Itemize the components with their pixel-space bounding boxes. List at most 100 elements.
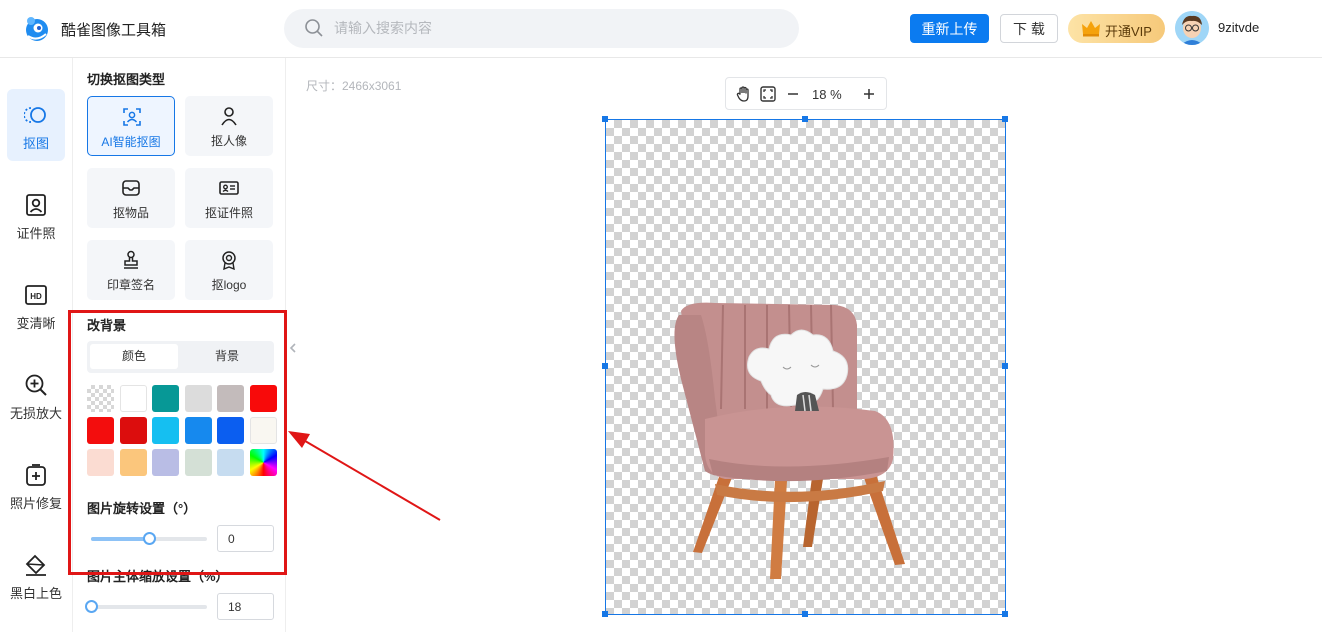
color-swatch[interactable] <box>152 417 179 444</box>
search-input[interactable] <box>334 17 774 39</box>
nav-item-colorize[interactable]: 黑白上色 <box>7 539 65 611</box>
logo-badge-icon <box>222 251 236 270</box>
type-card-label: AI智能抠图 <box>101 135 161 149</box>
avatar[interactable] <box>1175 11 1209 45</box>
rotate-slider-thumb[interactable] <box>143 532 156 545</box>
zoom-level: 18 % <box>812 87 842 102</box>
paint-bucket-icon <box>25 554 46 576</box>
nav-item-id-photo[interactable]: 证件照 <box>7 179 65 251</box>
color-swatch[interactable] <box>217 417 244 444</box>
change-bg-title: 改背景 <box>87 318 127 333</box>
nav-label: 无损放大 <box>9 406 62 421</box>
id-photo-icon <box>26 194 46 216</box>
type-card-portrait[interactable]: 抠人像 <box>185 96 273 156</box>
type-card-logo[interactable]: 抠logo <box>185 240 273 300</box>
resize-handle[interactable] <box>802 116 808 122</box>
resize-handle[interactable] <box>602 363 608 369</box>
color-swatch[interactable] <box>119 449 147 476</box>
scale-title: 图片主体缩放设置（%） <box>87 569 229 584</box>
rotate-input[interactable] <box>217 525 274 552</box>
resize-handle[interactable] <box>1002 611 1008 617</box>
color-swatch[interactable] <box>152 449 179 476</box>
fit-screen-icon[interactable] <box>759 85 777 103</box>
type-card-label: 抠证件照 <box>204 206 253 220</box>
color-swatch[interactable] <box>249 385 277 412</box>
zoom-in-icon <box>25 374 47 396</box>
type-card-stamp[interactable]: 印章签名 <box>87 240 175 300</box>
avatar-illustration-icon <box>1175 11 1209 45</box>
nav-item-cutout[interactable]: 抠图 <box>7 89 65 161</box>
nav-item-enhance[interactable]: HD 变清晰 <box>7 269 65 341</box>
color-swatch[interactable] <box>217 449 244 476</box>
rotate-title: 图片旋转设置（°） <box>87 501 197 516</box>
cutout-icon <box>24 107 46 123</box>
resize-handle[interactable] <box>602 611 608 617</box>
image-size-info: 尺寸：2466x3061 <box>306 79 402 93</box>
bg-mode-toggle: 颜色 背景 <box>87 341 274 373</box>
rotate-slider[interactable] <box>91 532 207 545</box>
hand-pan-icon[interactable] <box>735 85 753 103</box>
cutout-type-title: 切换抠图类型 <box>87 72 166 87</box>
collapse-panel-icon[interactable] <box>287 336 299 360</box>
color-swatch[interactable] <box>184 449 212 476</box>
rotate-slider-fill <box>91 537 149 541</box>
type-card-label: 抠logo <box>211 278 247 292</box>
zoom-toolbar: 18 % <box>725 77 887 110</box>
color-swatch[interactable] <box>249 449 277 476</box>
color-swatch[interactable] <box>152 385 179 412</box>
resize-handle[interactable] <box>602 116 608 122</box>
type-card-label: 抠物品 <box>112 206 149 220</box>
app-title: 酷雀图像工具箱 <box>61 22 167 39</box>
color-swatch[interactable] <box>119 417 147 444</box>
resize-handle[interactable] <box>1002 363 1008 369</box>
annotation-arrow-icon <box>288 431 441 521</box>
download-button[interactable]: 下 载 <box>1000 14 1058 43</box>
photo-repair-icon <box>26 464 46 486</box>
vip-button[interactable]: 开通VIP <box>1068 14 1165 43</box>
type-card-label: 印章签名 <box>106 278 155 292</box>
chair-cutout-image <box>674 302 905 579</box>
scale-slider-thumb[interactable] <box>85 600 98 613</box>
color-swatch[interactable] <box>184 417 212 444</box>
color-swatch[interactable] <box>249 417 277 444</box>
resize-handle[interactable] <box>1002 116 1008 122</box>
nav-item-photo-repair[interactable]: 照片修复 <box>7 449 65 521</box>
nav-label: 变清晰 <box>16 316 56 331</box>
crown-icon <box>1082 21 1100 37</box>
bg-tab-color[interactable]: 颜色 <box>90 344 178 369</box>
zoom-out-icon[interactable] <box>784 85 802 103</box>
zoom-in-icon[interactable] <box>860 85 878 103</box>
color-swatch[interactable] <box>119 385 147 412</box>
scale-input[interactable] <box>217 593 274 620</box>
bg-tab-image[interactable]: 背景 <box>183 344 271 369</box>
object-icon <box>122 180 140 196</box>
settings-panel: 切换抠图类型 AI智能抠图 抠人像 抠物品 抠证件照 印章签名 抠logo 改背… <box>74 58 286 632</box>
tool-nav-rail: 抠图 证件照 HD 变清晰 无损放大 照片修复 黑白上色 <box>0 58 73 632</box>
id-card-icon <box>219 181 239 195</box>
nav-label: 照片修复 <box>9 496 62 511</box>
image-preview[interactable] <box>602 116 1008 617</box>
svg-text:HD: HD <box>30 292 42 301</box>
search-icon <box>305 19 323 37</box>
color-swatch[interactable] <box>184 385 212 412</box>
color-swatch[interactable] <box>87 385 114 412</box>
reupload-button[interactable]: 重新上传 <box>910 14 989 43</box>
ai-cutout-icon <box>123 108 141 126</box>
hd-icon: HD <box>25 285 47 305</box>
stamp-icon <box>124 250 138 269</box>
search-bar[interactable] <box>284 9 799 48</box>
color-swatch[interactable] <box>87 449 114 476</box>
type-card-id-card[interactable]: 抠证件照 <box>185 168 273 228</box>
scale-slider[interactable] <box>85 600 207 613</box>
top-bar: 酷雀图像工具箱 重新上传 下 载 开通VIP 9zitvde <box>0 0 1322 58</box>
nav-item-upscale[interactable]: 无损放大 <box>7 359 65 431</box>
color-swatch[interactable] <box>87 417 114 444</box>
type-card-ai-cutout[interactable]: AI智能抠图 <box>87 96 175 156</box>
nav-label: 黑白上色 <box>9 586 62 601</box>
person-icon <box>221 107 237 126</box>
type-card-label: 抠人像 <box>210 134 247 148</box>
resize-handle[interactable] <box>802 611 808 617</box>
type-card-object[interactable]: 抠物品 <box>87 168 175 228</box>
color-swatch[interactable] <box>217 385 244 412</box>
logo-icon <box>26 17 48 41</box>
